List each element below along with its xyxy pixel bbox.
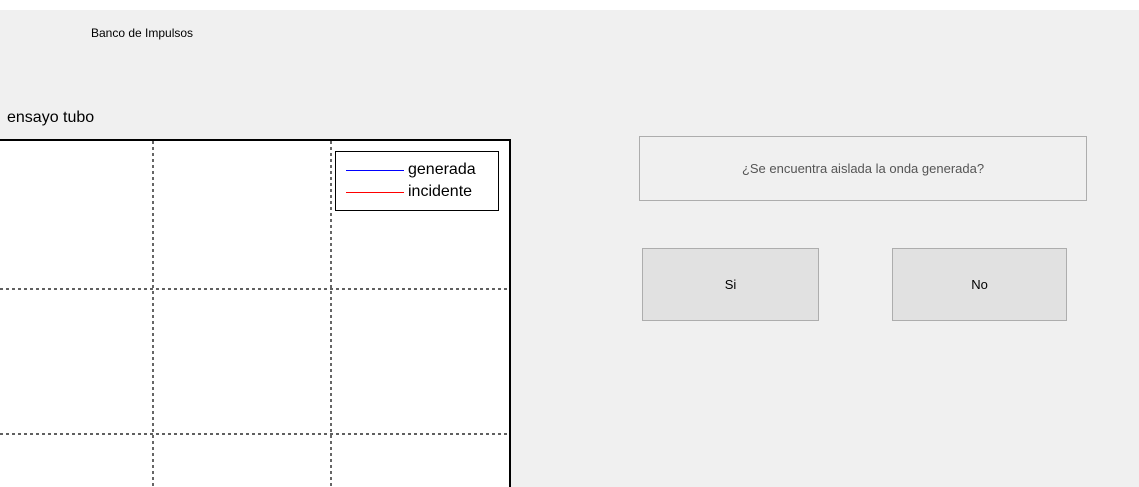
app-title: Banco de Impulsos — [91, 26, 194, 40]
yes-button[interactable]: Si — [642, 248, 819, 321]
no-button[interactable]: No — [892, 248, 1067, 321]
question-text: ¿Se encuentra aislada la onda generada? — [639, 136, 1087, 201]
legend-line-generada — [346, 169, 404, 171]
legend-line-incidente — [346, 191, 404, 193]
legend-label-incidente: incidente — [408, 183, 473, 200]
legend-label-generada: generada — [408, 161, 476, 178]
legend-entry-generada: generada — [336, 159, 476, 181]
plot-legend: generada incidente — [335, 151, 499, 211]
plot-title: ensayo tubo — [7, 109, 95, 126]
legend-entry-incidente: incidente — [336, 181, 472, 203]
